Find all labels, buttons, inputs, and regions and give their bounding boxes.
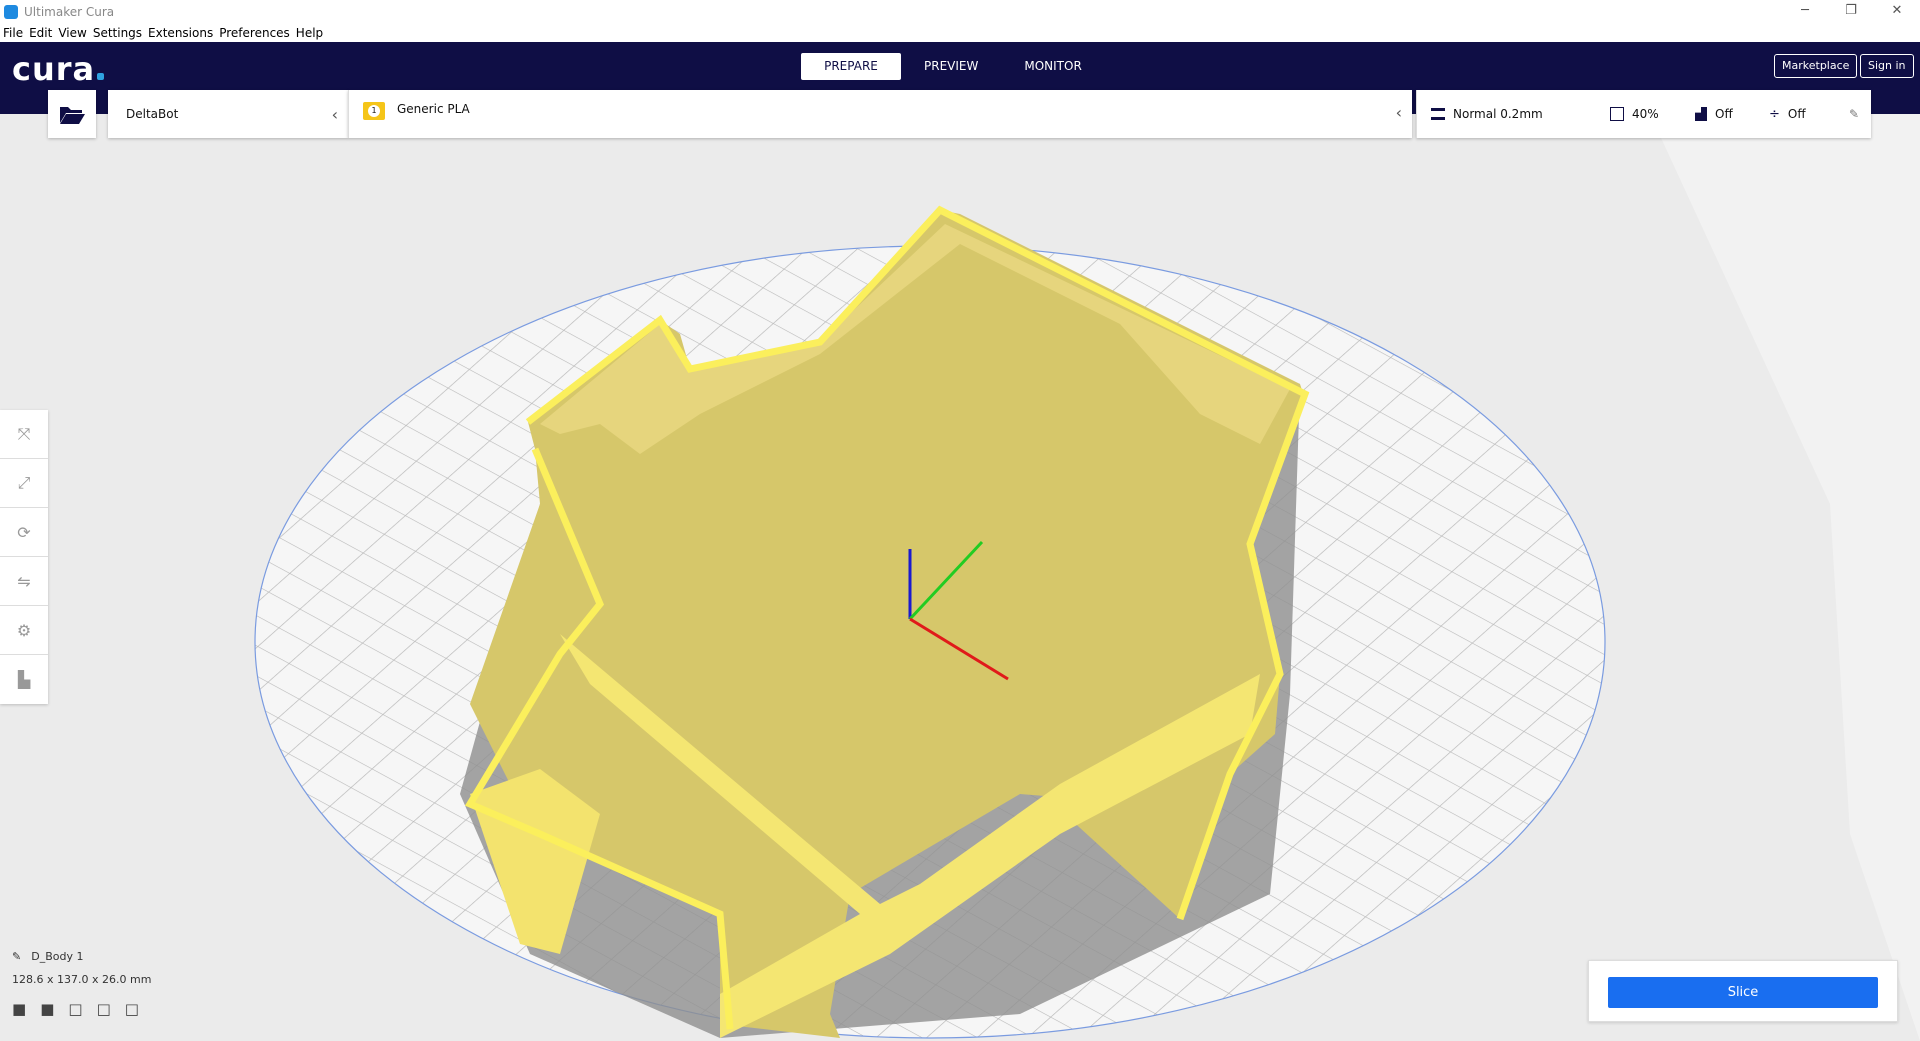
view-top-icon[interactable]: □ bbox=[68, 1000, 82, 1018]
menu-edit[interactable]: Edit bbox=[26, 24, 55, 42]
pencil-icon: ✎ bbox=[12, 950, 22, 963]
menu-extensions[interactable]: Extensions bbox=[145, 24, 216, 42]
menu-settings[interactable]: Settings bbox=[90, 24, 145, 42]
scale-tool-button[interactable]: ⤢ bbox=[0, 459, 48, 508]
menu-view[interactable]: View bbox=[55, 24, 89, 42]
rotate-icon: ⟳ bbox=[17, 522, 31, 542]
chevron-left-icon: ‹ bbox=[1395, 103, 1402, 122]
menu-bar: File Edit View Settings Extensions Prefe… bbox=[0, 24, 1920, 42]
material-selector[interactable]: 1 Generic PLA ‹ bbox=[348, 90, 1412, 138]
view-left-icon[interactable]: □ bbox=[97, 1000, 111, 1018]
profile-label: Normal 0.2mm bbox=[1453, 107, 1543, 121]
marketplace-button[interactable]: Marketplace bbox=[1774, 54, 1858, 78]
tab-preview[interactable]: PREVIEW bbox=[901, 53, 1001, 80]
menu-help[interactable]: Help bbox=[293, 24, 326, 42]
view-right-icon[interactable]: □ bbox=[125, 1000, 139, 1018]
mirror-icon: ⇋ bbox=[17, 571, 31, 591]
infill-icon bbox=[1610, 107, 1624, 121]
title-bar: Ultimaker Cura ─ ❐ ✕ bbox=[0, 0, 1920, 24]
support-blocker-icon: ▙ bbox=[17, 670, 31, 689]
per-model-settings-icon: ⚙ bbox=[16, 620, 32, 640]
scale-icon: ⤢ bbox=[17, 473, 31, 492]
object-dimensions: 128.6 x 137.0 x 26.0 mm bbox=[12, 973, 152, 986]
menu-file[interactable]: File bbox=[0, 24, 26, 42]
close-button[interactable]: ✕ bbox=[1874, 0, 1920, 22]
object-name: D_Body 1 bbox=[31, 950, 84, 963]
material-name: Generic PLA bbox=[397, 102, 470, 116]
support-icon bbox=[1695, 107, 1707, 121]
mirror-tool-button[interactable]: ⇋ bbox=[0, 557, 48, 606]
tool-panel: ⤧ ⤢ ⟳ ⇋ ⚙ ▙ bbox=[0, 410, 48, 704]
minimize-button[interactable]: ─ bbox=[1782, 0, 1828, 22]
move-tool-button[interactable]: ⤧ bbox=[0, 410, 48, 459]
move-icon: ⤧ bbox=[17, 424, 31, 443]
menu-preferences[interactable]: Preferences bbox=[216, 24, 293, 42]
rotate-tool-button[interactable]: ⟳ bbox=[0, 508, 48, 557]
extruder-badge-icon: 1 bbox=[363, 102, 385, 120]
object-info: ✎ D_Body 1 128.6 x 137.0 x 26.0 mm ■ ■ □ … bbox=[12, 950, 151, 1018]
printer-name: DeltaBot bbox=[126, 107, 179, 121]
view-front-icon[interactable]: ■ bbox=[40, 1000, 54, 1018]
sign-in-button[interactable]: Sign in bbox=[1860, 54, 1914, 78]
restore-button[interactable]: ❐ bbox=[1828, 0, 1874, 22]
support-blocker-button[interactable]: ▙ bbox=[0, 655, 48, 704]
cura-app-icon bbox=[4, 5, 18, 19]
window-title: Ultimaker Cura bbox=[24, 5, 115, 19]
printer-selector[interactable]: DeltaBot ‹ bbox=[108, 90, 348, 138]
chevron-left-icon: ‹ bbox=[331, 104, 338, 124]
open-file-button[interactable] bbox=[48, 90, 96, 138]
cura-logo: cura bbox=[12, 50, 105, 88]
profile-icon bbox=[1431, 108, 1445, 120]
slice-button[interactable]: Slice bbox=[1608, 977, 1878, 1008]
adhesion-icon: ÷ bbox=[1769, 106, 1780, 122]
adhesion-value: Off bbox=[1787, 107, 1806, 121]
folder-icon bbox=[60, 107, 85, 124]
tab-monitor[interactable]: MONITOR bbox=[1001, 53, 1104, 80]
infill-value: 40% bbox=[1632, 107, 1659, 121]
slice-panel: Slice bbox=[1588, 960, 1898, 1022]
view-3d-icon[interactable]: ■ bbox=[12, 1000, 26, 1018]
tab-prepare[interactable]: PREPARE bbox=[801, 53, 901, 80]
print-settings-selector[interactable]: Normal 0.2mm 40% Off ÷ Off ✎ bbox=[1416, 90, 1871, 138]
per-model-settings-button[interactable]: ⚙ bbox=[0, 606, 48, 655]
pencil-edit-icon: ✎ bbox=[1848, 107, 1859, 121]
3d-viewport[interactable] bbox=[0, 114, 1920, 1041]
support-value: Off bbox=[1715, 107, 1733, 121]
